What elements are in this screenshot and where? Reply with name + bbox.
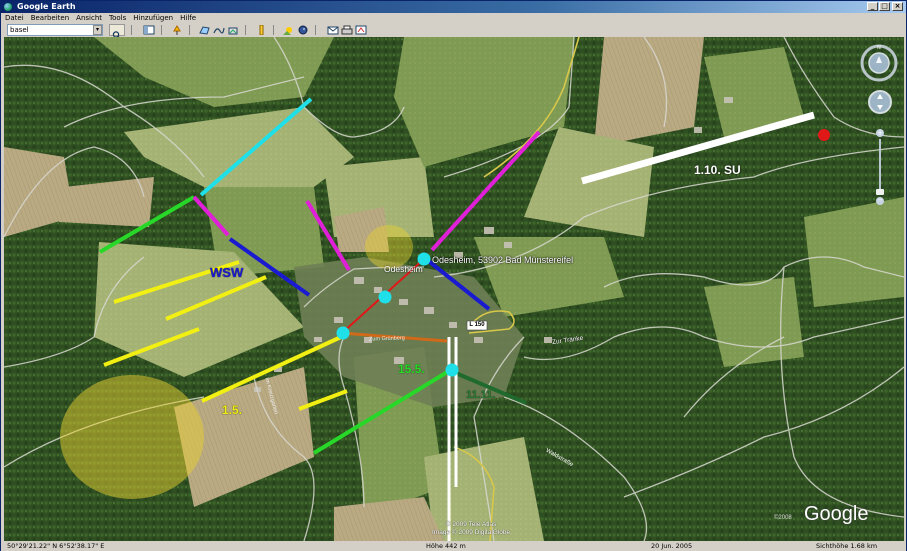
placemark-icon[interactable] (171, 25, 183, 35)
polygon-icon[interactable] (199, 25, 211, 35)
label-15-5: 15.5. (398, 362, 425, 376)
print-icon[interactable] (341, 25, 353, 35)
overlay-icon[interactable] (227, 25, 239, 35)
google-maps-icon[interactable] (355, 25, 367, 35)
menu-edit[interactable]: Bearbeiten (31, 14, 69, 22)
road-label: Zum Grünberg (368, 335, 405, 343)
map-view[interactable]: L 150 WSW 1.10. SU 15.5. 11.11. 1.5. Ode… (4, 37, 904, 541)
google-logo: Google (804, 503, 869, 525)
altitude-readout: Höhe 442 m (426, 542, 466, 550)
menu-help[interactable]: Hilfe (180, 14, 196, 22)
survey-point (445, 363, 459, 377)
close-button[interactable]: × (892, 2, 903, 11)
label-su: 1.10. SU (694, 163, 741, 177)
path-icon[interactable] (213, 25, 225, 35)
copyright-line: Image © 2009 DigitalGlobe (432, 529, 511, 536)
menu-tools[interactable]: Tools (109, 14, 126, 22)
brand-year: ©2008 (774, 515, 792, 521)
zoom-in-button[interactable]: + (876, 129, 884, 137)
menu-bar: Datei Bearbeiten Ansicht Tools Hinzufügen Hil… (1, 13, 906, 23)
email-icon[interactable] (327, 25, 339, 35)
sun-icon[interactable] (283, 25, 295, 35)
label-wsw: WSW (210, 265, 244, 280)
minimize-button[interactable]: _ (867, 2, 878, 11)
village-label: Odesheim (384, 264, 423, 274)
ruler-icon[interactable] (255, 25, 267, 35)
zoom-slider[interactable]: + − (876, 129, 884, 207)
sidebar-toggle-icon[interactable] (143, 25, 155, 35)
menu-file[interactable]: Datei (5, 14, 24, 22)
copyright-line: © 2009 Tele Atlas (445, 521, 497, 528)
sky-icon[interactable] (297, 25, 309, 35)
title-bar[interactable]: Google Earth _ □ × (1, 1, 906, 13)
survey-point (336, 326, 350, 340)
search-input[interactable]: basel (7, 24, 103, 36)
label-11-11: 11.11. (466, 389, 496, 401)
imagery-date: 20 Jun. 2005 (651, 542, 693, 550)
place-label[interactable]: Odesheim, 53902 Bad Münstereifel (432, 255, 573, 265)
menu-add[interactable]: Hinzufügen (133, 14, 173, 22)
google-earth-window: Google Earth _ □ × Datei Bearbeiten Ansich… (0, 0, 907, 551)
svg-text:N: N (877, 45, 881, 51)
look-joystick[interactable]: N (859, 43, 899, 83)
search-dropdown-button[interactable]: ▾ (93, 25, 102, 35)
window-title: Google Earth (17, 2, 76, 11)
zoom-thumb[interactable] (876, 189, 884, 195)
satellite-imagery[interactable] (4, 37, 904, 541)
maximize-button[interactable]: □ (879, 2, 890, 11)
red-point (818, 129, 830, 141)
toolbar: basel ▾ (1, 23, 906, 40)
menu-view[interactable]: Ansicht (76, 14, 102, 22)
google-earth-icon (4, 3, 12, 11)
survey-point (378, 290, 392, 304)
status-bar: 50°29'21.22" N 6°52'38.17" E Höhe 442 m … (1, 541, 906, 551)
label-1-5: 1.5. (222, 403, 243, 417)
eye-altitude: Sichthöhe 1.68 km (816, 542, 878, 550)
coordinates-readout: 50°29'21.22" N 6°52'38.17" E (7, 542, 105, 550)
road-shield-label: L 150 (469, 322, 485, 328)
search-button[interactable] (109, 24, 125, 40)
zoom-out-button[interactable]: − (876, 197, 884, 205)
move-joystick[interactable] (867, 89, 893, 115)
